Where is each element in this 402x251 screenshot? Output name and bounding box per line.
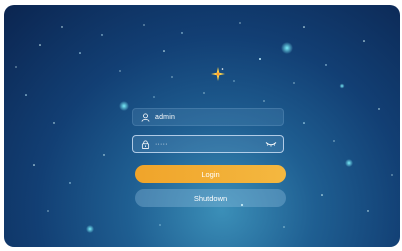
login-button[interactable]: Login bbox=[135, 165, 286, 183]
user-icon bbox=[140, 112, 150, 122]
password-field[interactable]: ····· bbox=[132, 135, 284, 153]
star-logo-icon bbox=[211, 67, 225, 81]
password-value: ····· bbox=[155, 140, 168, 148]
username-value: admin bbox=[155, 113, 176, 121]
eye-closed-icon[interactable] bbox=[265, 140, 277, 148]
shutdown-button[interactable]: Shutdown bbox=[135, 189, 286, 207]
lock-icon bbox=[140, 139, 150, 149]
starfield-background bbox=[15, 22, 393, 233]
username-field[interactable]: admin bbox=[132, 108, 284, 126]
login-screen: admin ····· Login Shutdown bbox=[4, 5, 400, 247]
